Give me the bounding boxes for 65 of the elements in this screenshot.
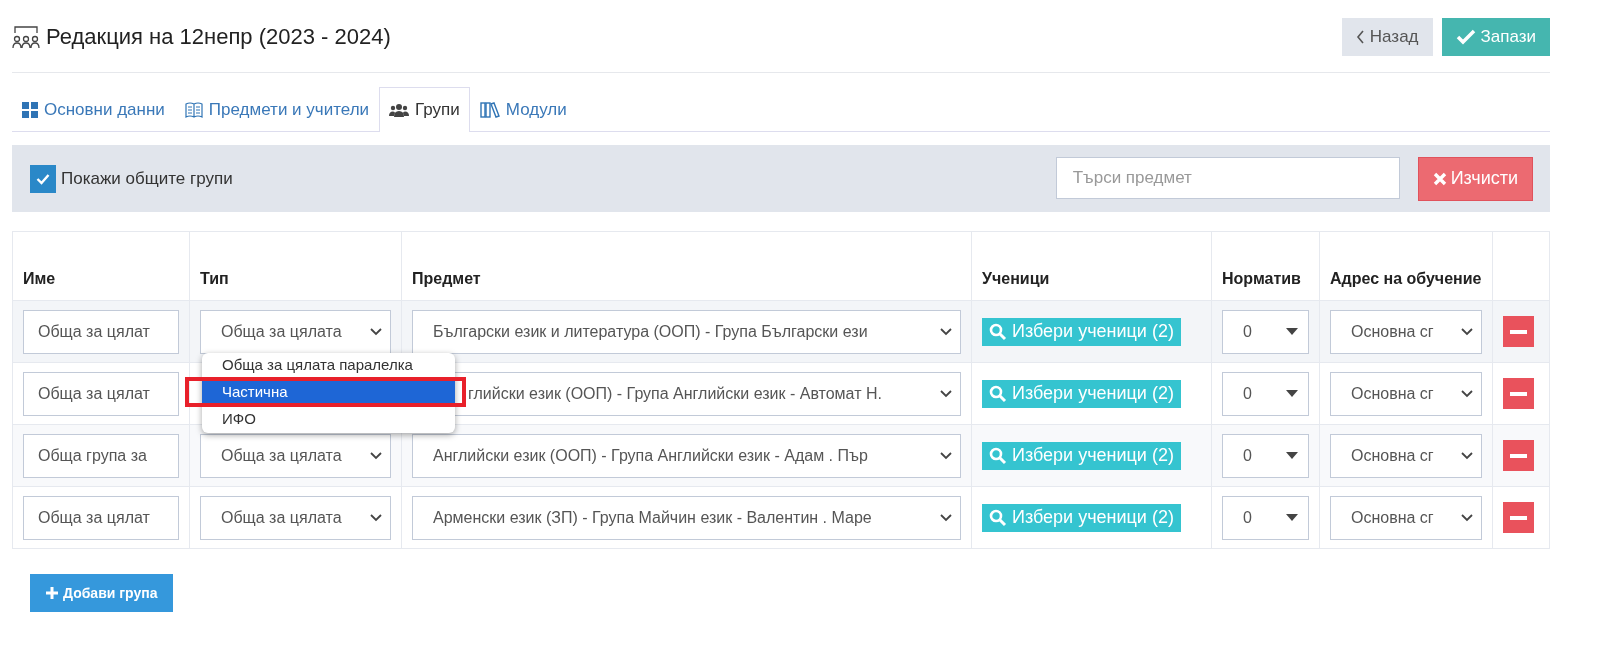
caret-down-icon xyxy=(1286,390,1298,397)
chevron-down-icon xyxy=(1461,451,1473,460)
minus-icon xyxy=(1510,453,1527,458)
remove-button[interactable] xyxy=(1503,440,1534,471)
search-icon xyxy=(989,446,1007,465)
address-select[interactable]: Основна сг xyxy=(1330,309,1482,354)
type-select[interactable]: Обща за цялата xyxy=(200,309,391,354)
subject-select[interactable]: Арменски език (ЗП) - Група Майчин език - Валентин . Маре xyxy=(412,495,961,540)
caret-down-icon xyxy=(1286,514,1298,521)
search-icon xyxy=(989,508,1007,527)
dropdown-option[interactable]: Частична xyxy=(202,381,455,403)
grid-icon xyxy=(22,102,38,118)
tab[interactable]: Модули xyxy=(469,87,577,132)
tab[interactable]: Групи xyxy=(379,87,470,132)
name-field[interactable]: Обща за цялат xyxy=(23,309,179,354)
book-icon xyxy=(184,102,203,118)
chevron-down-icon xyxy=(940,389,952,398)
checkbox-label: Покажи общите групи xyxy=(61,168,233,189)
close-icon xyxy=(1432,171,1447,186)
chevron-left-icon xyxy=(1355,30,1365,44)
minus-icon xyxy=(1510,329,1527,334)
back-button[interactable]: Назад xyxy=(1341,18,1433,56)
chevron-down-icon xyxy=(940,451,952,460)
chevron-down-icon xyxy=(1461,327,1473,336)
remove-button[interactable] xyxy=(1503,316,1534,347)
tab[interactable]: Предмети и учители xyxy=(174,87,380,132)
name-field[interactable]: Обща група за xyxy=(23,433,179,478)
minus-icon xyxy=(1510,515,1527,520)
norm-select[interactable]: 0 xyxy=(1222,433,1309,478)
address-select[interactable]: Основна сг xyxy=(1330,371,1482,416)
chevron-down-icon xyxy=(370,451,382,460)
norm-select[interactable]: 0 xyxy=(1222,371,1309,416)
subject-select[interactable]: Български език и литература (ООП) - Група Български ези xyxy=(412,309,961,354)
address-select[interactable]: Основна сг xyxy=(1330,495,1482,540)
page-title: Редакция на 12непр (2023 - 2024) xyxy=(46,24,391,50)
search-icon xyxy=(989,322,1007,341)
minus-icon xyxy=(1510,391,1527,396)
remove-button[interactable] xyxy=(1503,502,1534,533)
subject-select[interactable]: Английски език (ООП) - Група Английски език - Адам . Пър xyxy=(412,433,961,478)
remove-button[interactable] xyxy=(1503,378,1534,409)
search-icon xyxy=(989,384,1007,403)
chevron-down-icon xyxy=(940,327,952,336)
books-icon xyxy=(479,102,500,118)
search-field[interactable]: Търси предмет xyxy=(1055,156,1400,199)
address-select[interactable]: Основна сг xyxy=(1330,433,1482,478)
chevron-down-icon xyxy=(1461,513,1473,522)
classroom-icon xyxy=(12,25,40,49)
chevron-down-icon xyxy=(370,327,382,336)
check-icon xyxy=(1455,29,1476,45)
chevron-down-icon xyxy=(940,513,952,522)
chevron-down-icon xyxy=(370,513,382,522)
check-icon xyxy=(36,172,50,185)
norm-select[interactable]: 0 xyxy=(1222,495,1309,540)
caret-down-icon xyxy=(1286,452,1298,459)
tab[interactable]: Основни данни xyxy=(12,87,175,132)
norm-select[interactable]: 0 xyxy=(1222,309,1309,354)
plus-icon xyxy=(46,587,58,599)
checkbox[interactable] xyxy=(30,164,56,193)
users-icon xyxy=(389,103,410,117)
type-select[interactable]: Обща за цялата xyxy=(200,433,391,478)
caret-down-icon xyxy=(1286,328,1298,335)
type-select[interactable]: Обща за цялата xyxy=(200,495,391,540)
name-field[interactable]: Обща за цялат xyxy=(23,495,179,540)
name-field[interactable]: Обща за цялат xyxy=(23,371,179,416)
chevron-down-icon xyxy=(1461,389,1473,398)
